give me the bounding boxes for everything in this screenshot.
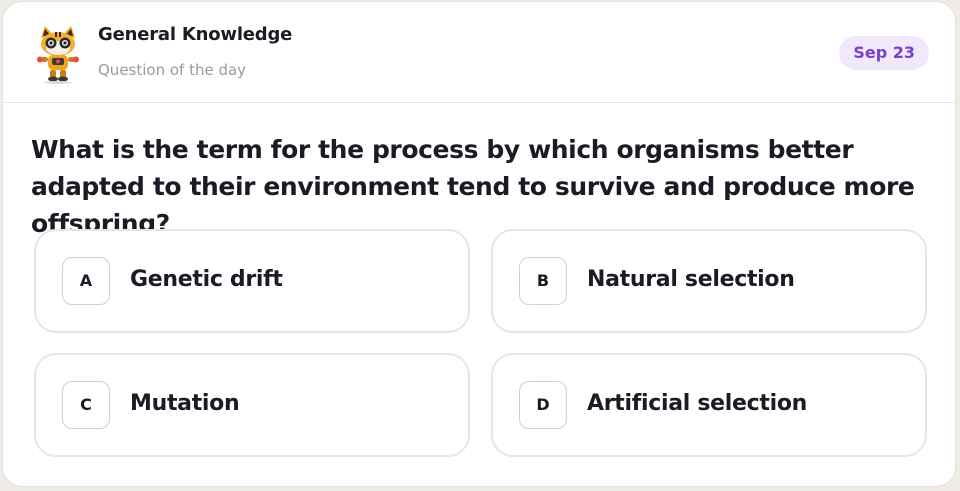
quiz-header: General Knowledge Question of the day Se…	[3, 2, 955, 103]
option-letter-badge: D	[519, 381, 567, 429]
option-letter-badge: A	[62, 257, 110, 305]
answer-option-c[interactable]: C Mutation	[34, 353, 470, 457]
option-label: Artificial selection	[587, 391, 808, 416]
option-letter-badge: B	[519, 257, 567, 305]
quiz-card: General Knowledge Question of the day Se…	[2, 1, 956, 487]
option-label: Genetic drift	[130, 267, 283, 292]
answer-option-b[interactable]: B Natural selection	[491, 229, 927, 333]
answer-option-d[interactable]: D Artificial selection	[491, 353, 927, 457]
robot-cat-mascot-icon	[37, 26, 79, 84]
option-letter-badge: C	[62, 381, 110, 429]
question-text: What is the term for the process by whic…	[31, 135, 915, 238]
answer-option-a[interactable]: A Genetic drift	[34, 229, 470, 333]
date-badge: Sep 23	[839, 36, 929, 70]
option-label: Natural selection	[587, 267, 795, 292]
option-label: Mutation	[130, 391, 240, 416]
quiz-subtitle: Question of the day	[98, 61, 247, 79]
quiz-category-title: General Knowledge	[98, 24, 293, 45]
